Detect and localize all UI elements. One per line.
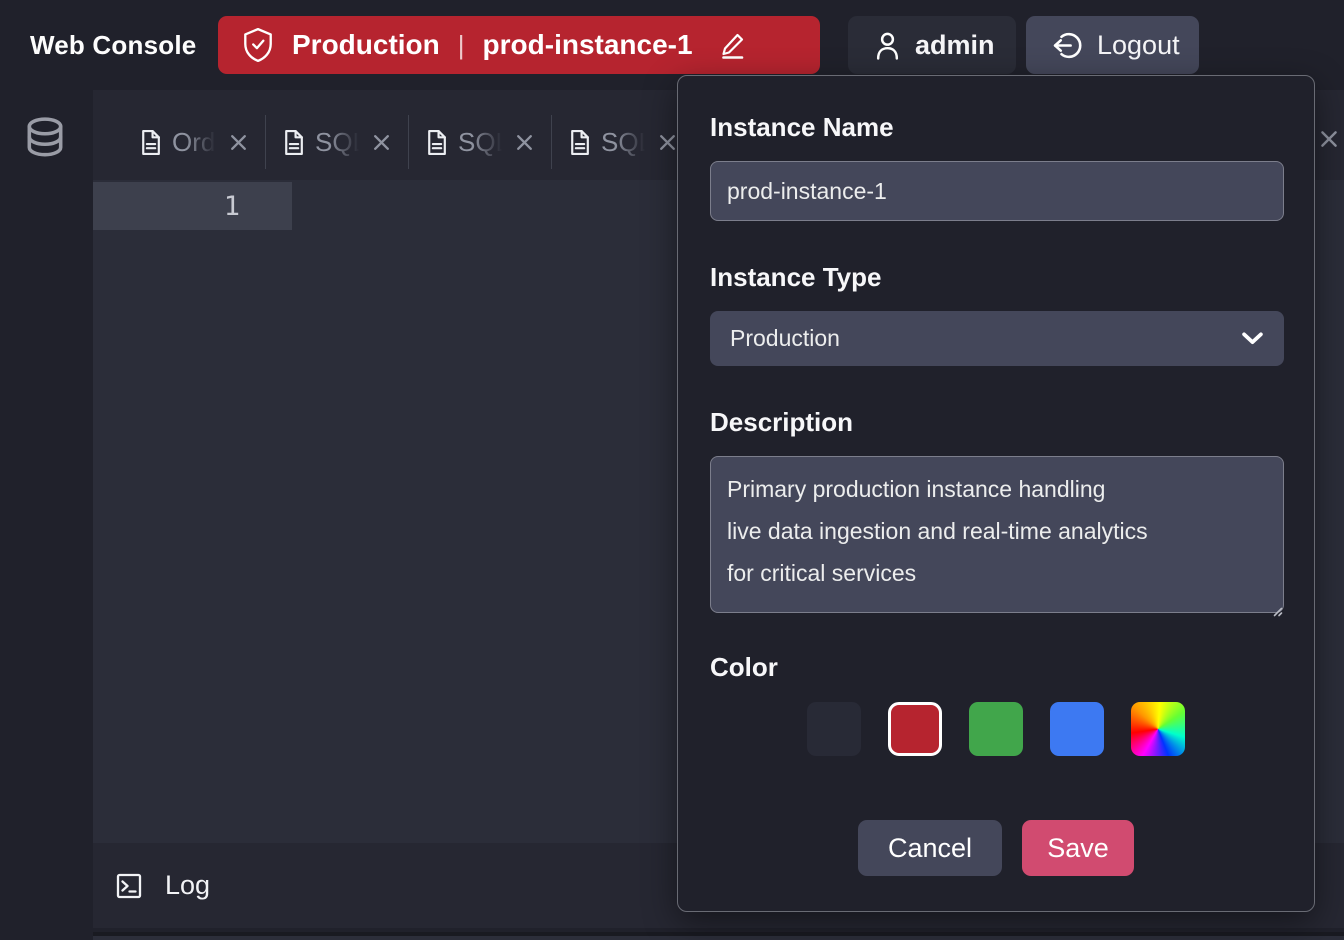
dialog-buttons: Cancel Save	[710, 820, 1282, 876]
tab-label: SQL	[315, 127, 361, 158]
tab-close-icon[interactable]	[371, 132, 392, 153]
database-icon[interactable]	[24, 116, 66, 162]
instance-name-input[interactable]	[710, 161, 1284, 221]
file-icon	[282, 129, 305, 156]
tab-label: SQL	[601, 127, 647, 158]
instance-type-select[interactable]: Production	[710, 311, 1284, 366]
badge-separator: |	[458, 30, 465, 61]
color-label: Color	[710, 650, 1282, 684]
color-swatch-default[interactable]	[807, 702, 861, 756]
instance-type-value: Production	[730, 325, 840, 352]
line-number: 1	[224, 191, 240, 222]
tab-query-3[interactable]: SQL	[409, 112, 551, 172]
active-line-gutter: 1	[93, 182, 292, 230]
logout-button[interactable]: Logout	[1026, 16, 1199, 74]
tab-query-1[interactable]: Ord	[123, 112, 265, 172]
edit-pencil-icon[interactable]	[719, 31, 746, 59]
color-swatch-blue[interactable]	[1050, 702, 1104, 756]
tab-close-icon[interactable]	[514, 132, 535, 153]
instance-name-text: prod-instance-1	[483, 29, 693, 61]
color-swatch-row	[710, 702, 1282, 756]
footer-strip	[93, 932, 1344, 940]
tab-close-icon[interactable]	[657, 132, 678, 153]
user-label: admin	[915, 30, 995, 61]
instance-type-label: Instance Type	[710, 260, 1282, 294]
description-textarea[interactable]: Primary production instance handling liv…	[710, 456, 1284, 613]
tab-label: Ord	[172, 127, 218, 158]
instance-name-label: Instance Name	[710, 110, 1282, 144]
tab-label: SQL	[458, 127, 504, 158]
logout-label: Logout	[1097, 30, 1180, 61]
logout-icon	[1052, 30, 1083, 61]
description-label: Description	[710, 405, 1282, 439]
app-title: Web Console	[30, 0, 196, 90]
instance-badge-button[interactable]: Production | prod-instance-1	[218, 16, 820, 74]
tab-close-icon[interactable]	[228, 132, 249, 153]
terminal-icon	[115, 872, 143, 900]
log-label: Log	[165, 870, 210, 901]
color-swatch-red[interactable]	[888, 702, 942, 756]
user-button[interactable]: admin	[848, 16, 1016, 74]
cancel-button[interactable]: Cancel	[858, 820, 1002, 876]
user-icon	[874, 31, 901, 60]
save-button[interactable]: Save	[1022, 820, 1134, 876]
file-icon	[425, 129, 448, 156]
left-sidebar	[0, 90, 93, 940]
file-icon	[568, 129, 591, 156]
tab-query-2[interactable]: SQL	[266, 112, 408, 172]
edit-instance-dialog: Instance Name Instance Type Production D…	[677, 75, 1315, 912]
tab-close-icon[interactable]	[1318, 128, 1340, 150]
file-icon	[139, 129, 162, 156]
shield-check-icon	[242, 27, 274, 63]
color-swatch-rainbow[interactable]	[1131, 702, 1185, 756]
instance-type-text: Production	[292, 29, 440, 61]
tab-query-4[interactable]: SQL	[552, 112, 694, 172]
color-swatch-green[interactable]	[969, 702, 1023, 756]
chevron-down-icon	[1241, 331, 1264, 346]
